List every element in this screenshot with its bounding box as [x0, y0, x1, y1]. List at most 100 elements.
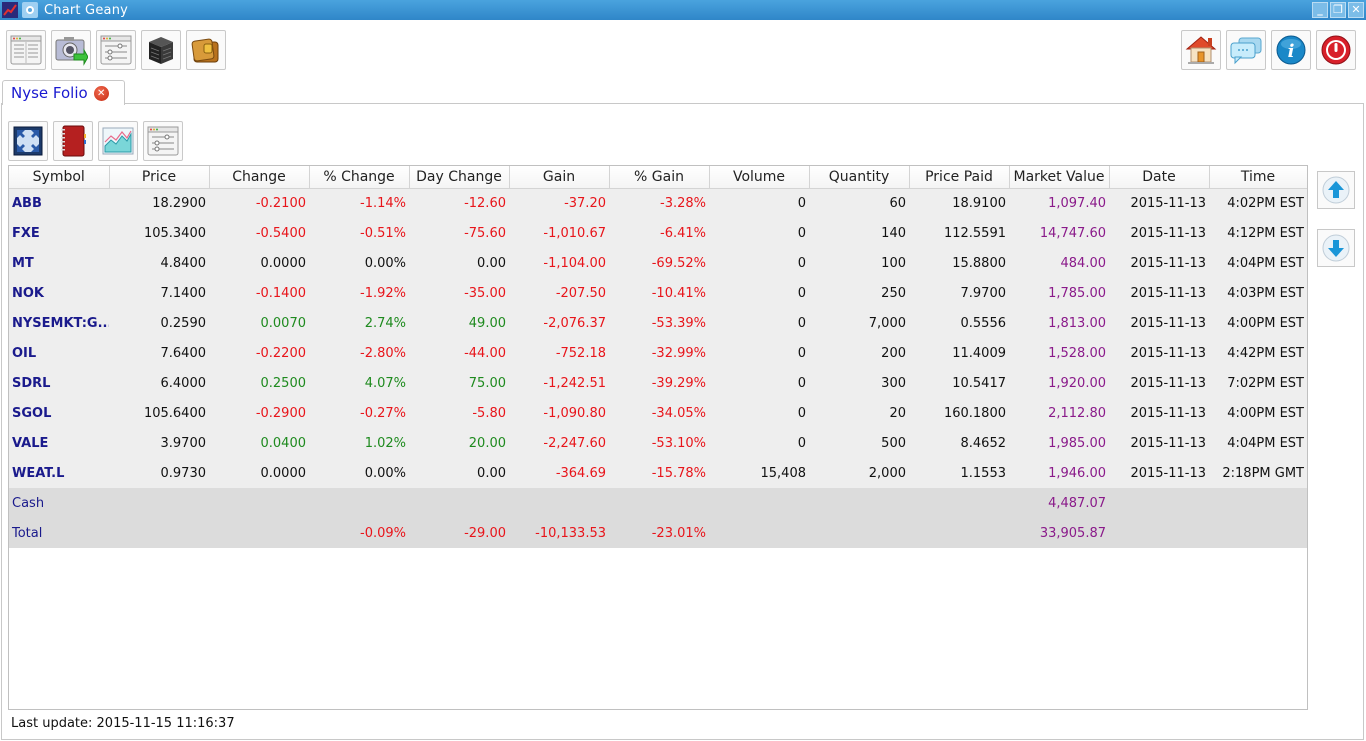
cell-pct-change: 4.07%: [309, 368, 409, 398]
sub-toolbar: [8, 121, 183, 161]
cell-change: -0.1400: [209, 278, 309, 308]
cell-market-value: 33,905.87: [1009, 518, 1109, 548]
column-header-gain[interactable]: % Gain: [609, 166, 710, 189]
cell-gain: -10,133.53: [509, 518, 609, 548]
cell-price: [109, 518, 209, 548]
summary-row[interactable]: Total -0.09% -29.00 -10,133.53 -23.01% 33,905…: [9, 518, 1307, 548]
window-menu-icon[interactable]: [22, 2, 38, 18]
wallet-icon: [191, 38, 219, 63]
power-button[interactable]: [1316, 30, 1356, 70]
column-header-market-value[interactable]: Market Value: [1009, 166, 1110, 189]
cell-market-value: 1,528.00: [1009, 338, 1109, 368]
right-toolbar: i: [1181, 30, 1356, 70]
cell-price: 7.6400: [109, 338, 209, 368]
cell-price-paid: 8.4652: [909, 428, 1009, 458]
cell-day-change: 20.00: [409, 428, 509, 458]
table-row[interactable]: SDRL 6.4000 0.2500 4.07% 75.00 -1,242.51 -39.2…: [9, 368, 1307, 398]
cell-market-value: 1,097.40: [1009, 188, 1109, 218]
portfolio-table: Symbol Price Change% Change Day Change Gain%…: [8, 165, 1308, 710]
chat-button[interactable]: [1226, 30, 1266, 70]
cell-pct-change: 0.00%: [309, 248, 409, 278]
table-row[interactable]: NYSEMKT:G... 0.2590 0.0070 2.74% 49.00 -2,076…: [9, 308, 1307, 338]
column-header-change[interactable]: % Change: [309, 166, 410, 189]
preferences-button[interactable]: [143, 121, 183, 161]
table-header-row: Symbol Price Change% Change Day Change Gain%…: [9, 166, 1307, 189]
reorder-buttons: [1317, 171, 1355, 267]
table-row[interactable]: MT 4.8400 0.0000 0.00% 0.00 -1,104.00 -69.52% 0…: [9, 248, 1307, 278]
column-header-day-change[interactable]: Day Change: [409, 166, 510, 189]
column-header-gain[interactable]: Gain: [509, 166, 610, 189]
portfolio-book-button[interactable]: [53, 121, 93, 161]
column-header-date[interactable]: Date: [1109, 166, 1210, 189]
power-icon: [1321, 35, 1351, 65]
close-button[interactable]: ✕: [1348, 2, 1364, 18]
column-header-volume[interactable]: Volume: [709, 166, 810, 189]
cell-price-paid: 10.5417: [909, 368, 1009, 398]
chart-line-icon: [2, 2, 18, 18]
cell-day-change: -5.80: [409, 398, 509, 428]
cell-date: 2015-11-13: [1109, 338, 1209, 368]
screenshot-button[interactable]: [51, 30, 91, 70]
title-bar: Chart Geany _ ❐ ✕: [0, 0, 1366, 20]
cell-time: 4:02PM EST: [1209, 188, 1307, 218]
database-button[interactable]: [141, 30, 181, 70]
column-header-time[interactable]: Time: [1209, 166, 1307, 189]
cell-gain: -752.18: [509, 338, 609, 368]
wallet-button[interactable]: [186, 30, 226, 70]
cell-market-value: 1,946.00: [1009, 458, 1109, 488]
cell-price: 4.8400: [109, 248, 209, 278]
table-row[interactable]: FXE 105.3400 -0.5400 -0.51% -75.60 -1,010.67-…: [9, 218, 1307, 248]
fullscreen-button[interactable]: [8, 121, 48, 161]
cell-day-change: -29.00: [409, 518, 509, 548]
settings-button[interactable]: [96, 30, 136, 70]
cell-symbol: Cash: [9, 488, 109, 518]
cell-day-change: 49.00: [409, 308, 509, 338]
cell-pct-gain: [609, 488, 709, 518]
column-header-change[interactable]: Change: [209, 166, 310, 189]
cell-pct-gain: -10.41%: [609, 278, 709, 308]
table-row[interactable]: WEAT.L 0.9730 0.0000 0.00% 0.00 -364.69 -15.78…: [9, 458, 1307, 488]
cell-quantity: [809, 518, 909, 548]
column-header-symbol[interactable]: Symbol: [9, 166, 110, 189]
cell-day-change: 0.00: [409, 248, 509, 278]
cell-change: 0.0000: [209, 248, 309, 278]
cell-date: 2015-11-13: [1109, 428, 1209, 458]
tab-strip: Nyse Folio ✕: [0, 80, 1366, 105]
cell-pct-change: -1.14%: [309, 188, 409, 218]
cell-time: 4:12PM EST: [1209, 218, 1307, 248]
info-button[interactable]: i: [1271, 30, 1311, 70]
cell-symbol: Total: [9, 518, 109, 548]
move-down-button[interactable]: [1317, 229, 1355, 267]
move-up-button[interactable]: [1317, 171, 1355, 209]
cell-volume: [709, 518, 809, 548]
portfolio-list-button[interactable]: [6, 30, 46, 70]
cell-gain: -1,104.00: [509, 248, 609, 278]
cell-pct-gain: -32.99%: [609, 338, 709, 368]
table-row[interactable]: VALE 3.9700 0.0400 1.02% 20.00 -2,247.60 -53.1…: [9, 428, 1307, 458]
restore-button[interactable]: ❐: [1330, 2, 1346, 18]
home-button[interactable]: [1181, 30, 1221, 70]
close-tab-icon[interactable]: ✕: [93, 85, 109, 101]
cell-quantity: 100: [809, 248, 909, 278]
cell-date: [1109, 488, 1209, 518]
column-header-quantity[interactable]: Quantity: [809, 166, 910, 189]
column-header-price-paid[interactable]: Price Paid: [909, 166, 1010, 189]
table-row[interactable]: OIL 7.6400 -0.2200 -2.80% -44.00 -752.18 -32.9…: [9, 338, 1307, 368]
summary-row[interactable]: Cash 4,487.07: [9, 488, 1307, 518]
table-row[interactable]: NOK 7.1400 -0.1400 -1.92% -35.00 -207.50 -10.4…: [9, 278, 1307, 308]
table-row[interactable]: SGOL 105.6400 -0.2900 -0.27% -5.80 -1,090.80-…: [9, 398, 1307, 428]
cell-price-paid: [909, 488, 1009, 518]
tab-nyse-folio[interactable]: Nyse Folio ✕: [2, 80, 125, 105]
chart-button[interactable]: [98, 121, 138, 161]
cell-date: 2015-11-13: [1109, 368, 1209, 398]
info-icon: i: [1276, 35, 1306, 65]
cell-change: 0.0000: [209, 458, 309, 488]
minimize-button[interactable]: _: [1312, 2, 1328, 18]
column-header-price[interactable]: Price: [109, 166, 210, 189]
cell-quantity: 250: [809, 278, 909, 308]
cell-pct-gain: -3.28%: [609, 188, 709, 218]
cell-time: 7:02PM EST: [1209, 368, 1307, 398]
cell-time: [1209, 518, 1307, 548]
cell-volume: 0: [709, 428, 809, 458]
table-row[interactable]: ABB 18.2900 -0.2100 -1.14% -12.60 -37.20 -3.28…: [9, 188, 1307, 218]
